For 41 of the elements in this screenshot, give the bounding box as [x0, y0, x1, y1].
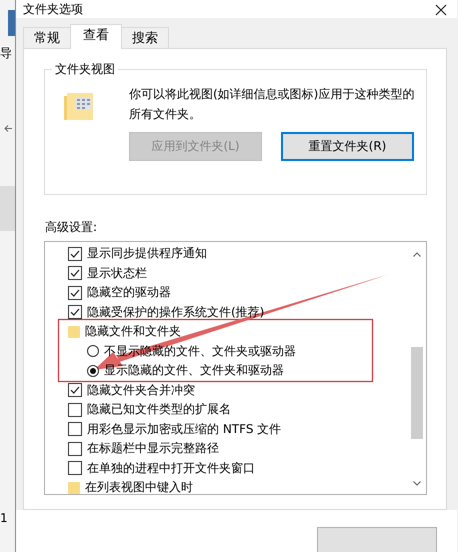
folder-icon	[68, 482, 80, 494]
option-label[interactable]: 隐藏文件夹合并冲突	[87, 382, 195, 399]
checkbox[interactable]	[68, 402, 82, 417]
option-label[interactable]: 显示状态栏	[87, 264, 147, 282]
checkbox[interactable]	[68, 422, 82, 436]
option-label[interactable]: 隐藏空的驱动器	[87, 284, 171, 302]
radio-button[interactable]	[87, 345, 99, 358]
description-text: 你可以将此视图(如详细信息或图标)应用于这种类型的所有文件夹。	[129, 86, 416, 123]
close-icon[interactable]	[435, 4, 447, 16]
option-label[interactable]: 在列表视图中键入时	[85, 479, 193, 494]
option-label[interactable]: 显示隐藏的文件、文件夹和驱动器	[104, 362, 284, 380]
back-arrow-icon	[4, 124, 13, 132]
radio-button[interactable]	[87, 364, 99, 377]
checkbox[interactable]	[68, 286, 82, 300]
checkbox[interactable]	[68, 461, 82, 476]
group-title: 文件夹视图	[52, 61, 118, 77]
tab[interactable]: 常规	[23, 27, 71, 49]
window-edge	[8, 10, 15, 36]
window-title: 文件夹选项	[23, 1, 83, 18]
checkbox[interactable]	[68, 305, 82, 320]
option-label[interactable]: 显示同步提供程序通知	[87, 245, 207, 262]
option-label[interactable]: 用彩色显示加密或压缩的 NTFS 文件	[87, 420, 282, 438]
scroll-up-icon[interactable]	[413, 252, 421, 257]
option-label[interactable]: 隐藏已知文件类型的扩展名	[87, 401, 231, 418]
folder-icon	[68, 326, 80, 338]
scroll-down-icon[interactable]	[413, 481, 421, 486]
background-text: 1	[0, 511, 9, 525]
scrollbar-thumb[interactable]	[411, 347, 423, 439]
checkbox[interactable]	[68, 246, 82, 261]
tab[interactable]: 搜索	[121, 27, 169, 49]
tab[interactable]: 查看	[70, 24, 122, 49]
folder-view-button[interactable]: 重置文件夹(R)	[281, 132, 414, 161]
checkbox[interactable]	[68, 266, 82, 280]
checkbox[interactable]	[68, 442, 82, 456]
option-label[interactable]: 在单独的进程中打开文件夹窗口	[87, 460, 255, 477]
option-label[interactable]: 隐藏文件和文件夹	[85, 323, 181, 340]
option-label[interactable]: 在标题栏中显示完整路径	[87, 440, 219, 458]
background-text: 导	[0, 46, 13, 60]
folder-icon	[63, 92, 95, 122]
section-label: 高级设置:	[45, 219, 98, 236]
checkbox[interactable]	[68, 383, 82, 398]
